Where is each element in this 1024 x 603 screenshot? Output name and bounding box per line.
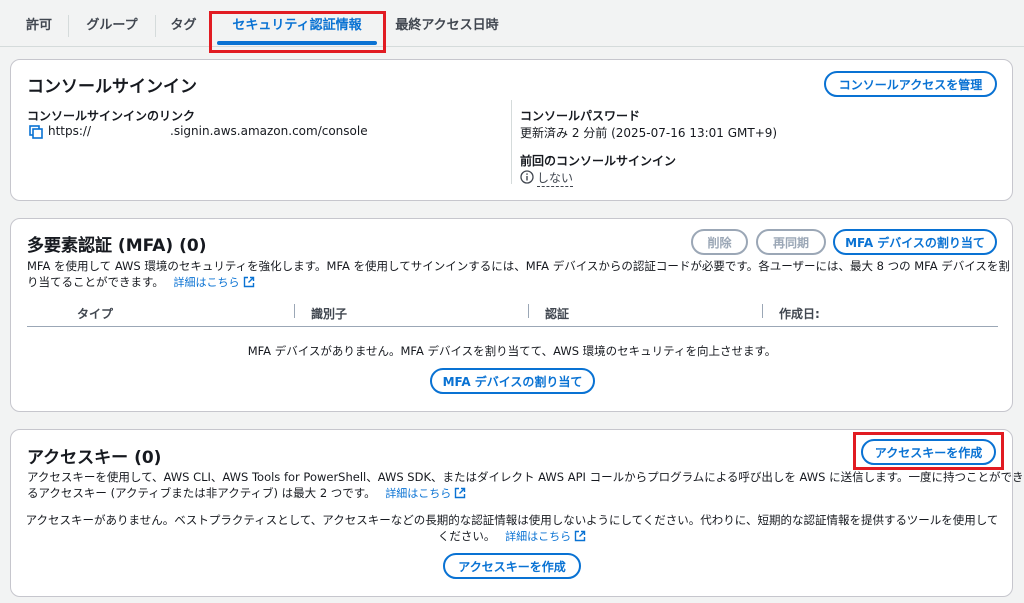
access-keys-empty-line2: ください。 詳細はこちら: [17, 528, 1007, 545]
mfa-table-header-border: [27, 326, 998, 327]
tab-last-accessed[interactable]: 最終アクセス日時: [386, 0, 508, 46]
tab-permissions[interactable]: 許可: [10, 0, 68, 46]
mfa-description: MFA を使用して AWS 環境のセキュリティを強化します。MFA を使用してサ…: [27, 258, 1010, 291]
console-link-prefix: https://: [48, 124, 92, 138]
access-keys-learn-more-text: 詳細はこちら: [385, 487, 452, 500]
info-icon: [520, 169, 534, 184]
mfa-empty-assign-button[interactable]: MFA デバイスの割り当て: [430, 368, 595, 394]
col-separator: [528, 304, 529, 318]
mfa-col-identifier: 識別子: [311, 307, 348, 321]
col-separator: [294, 304, 295, 318]
tab-security-credentials[interactable]: セキュリティ認証情報: [217, 0, 377, 46]
col-separator: [762, 304, 763, 318]
copy-icon[interactable]: [29, 124, 43, 139]
access-keys-empty-learn-more-text: 詳細はこちら: [505, 530, 572, 543]
tab-groups[interactable]: グループ: [69, 0, 155, 46]
mfa-col-created: 作成日:: [779, 307, 820, 321]
console-link-suffix: .signin.aws.amazon.com/console: [170, 124, 368, 138]
console-signin-title: コンソールサインイン: [27, 77, 197, 97]
access-keys-empty-create-button[interactable]: アクセスキーを作成: [443, 553, 581, 579]
access-keys-empty-line1: アクセスキーがありません。ベストプラクティスとして、アクセスキーなどの長期的な認…: [25, 513, 999, 527]
mfa-learn-more-link[interactable]: 詳細はこちら: [174, 276, 255, 289]
mfa-resync-button[interactable]: 再同期: [756, 229, 826, 255]
access-keys-empty: アクセスキーがありません。ベストプラクティスとして、アクセスキーなどの長期的な認…: [17, 512, 1007, 545]
access-keys-desc-line1: アクセスキーを使用して、AWS CLI、AWS Tools for PowerS…: [27, 470, 1024, 484]
console-password-value: 更新済み 2 分前 (2025-07-16 13:01 GMT+9): [520, 126, 778, 140]
mfa-empty-text: MFA デバイスがありません。MFA デバイスを割り当てて、AWS 環境のセキュ…: [247, 344, 777, 358]
last-signin-label: 前回のコンソールサインイン: [520, 154, 677, 168]
mfa-title: 多要素認証 (MFA) (0): [27, 236, 207, 256]
manage-console-access-button[interactable]: コンソールアクセスを管理: [824, 71, 997, 97]
external-link-icon: [574, 530, 586, 542]
tab-tags[interactable]: タグ: [156, 0, 211, 46]
external-link-icon: [455, 487, 466, 499]
access-keys-empty-line2-text: ください。: [437, 529, 496, 543]
access-keys-learn-more-link[interactable]: 詳細はこちら: [385, 487, 466, 500]
mfa-desc-line2-text: り当てることができます。: [27, 275, 164, 289]
access-keys-desc-line2: るアクセスキー (アクティブまたは非アクティブ) は最大 2 つです。 詳細はこ…: [27, 485, 1002, 502]
mfa-learn-more-text: 詳細はこちら: [173, 276, 240, 289]
mfa-delete-button[interactable]: 削除: [691, 229, 748, 255]
mfa-col-auth: 認証: [545, 307, 570, 321]
active-tab-indicator: [217, 41, 377, 45]
tab-bar: 許可 グループ タグ セキュリティ認証情報 最終アクセス日時: [0, 0, 1024, 47]
mfa-desc-line1: MFA を使用して AWS 環境のセキュリティを強化します。MFA を使用してサ…: [27, 259, 1010, 273]
access-keys-desc-line2-text: るアクセスキー (アクティブまたは非アクティブ) は最大 2 つです。: [27, 486, 376, 500]
tab-separator: [211, 15, 212, 37]
access-keys-description: アクセスキーを使用して、AWS CLI、AWS Tools for PowerS…: [27, 469, 1024, 502]
access-keys-title: アクセスキー (0): [27, 448, 162, 468]
mfa-col-type: タイプ: [77, 307, 114, 321]
assign-mfa-button[interactable]: MFA デバイスの割り当て: [833, 229, 997, 255]
mfa-desc-line2: り当てることができます。 詳細はこちら: [27, 274, 1002, 291]
create-access-key-button[interactable]: アクセスキーを作成: [861, 439, 996, 465]
console-divider: [511, 100, 512, 184]
console-link-label: コンソールサインインのリンク: [27, 109, 196, 123]
external-link-icon: [243, 276, 254, 288]
last-signin-value: しない: [537, 171, 574, 187]
console-password-label: コンソールパスワード: [520, 109, 641, 123]
access-keys-empty-learn-more-link[interactable]: 詳細はこちら: [505, 530, 586, 543]
